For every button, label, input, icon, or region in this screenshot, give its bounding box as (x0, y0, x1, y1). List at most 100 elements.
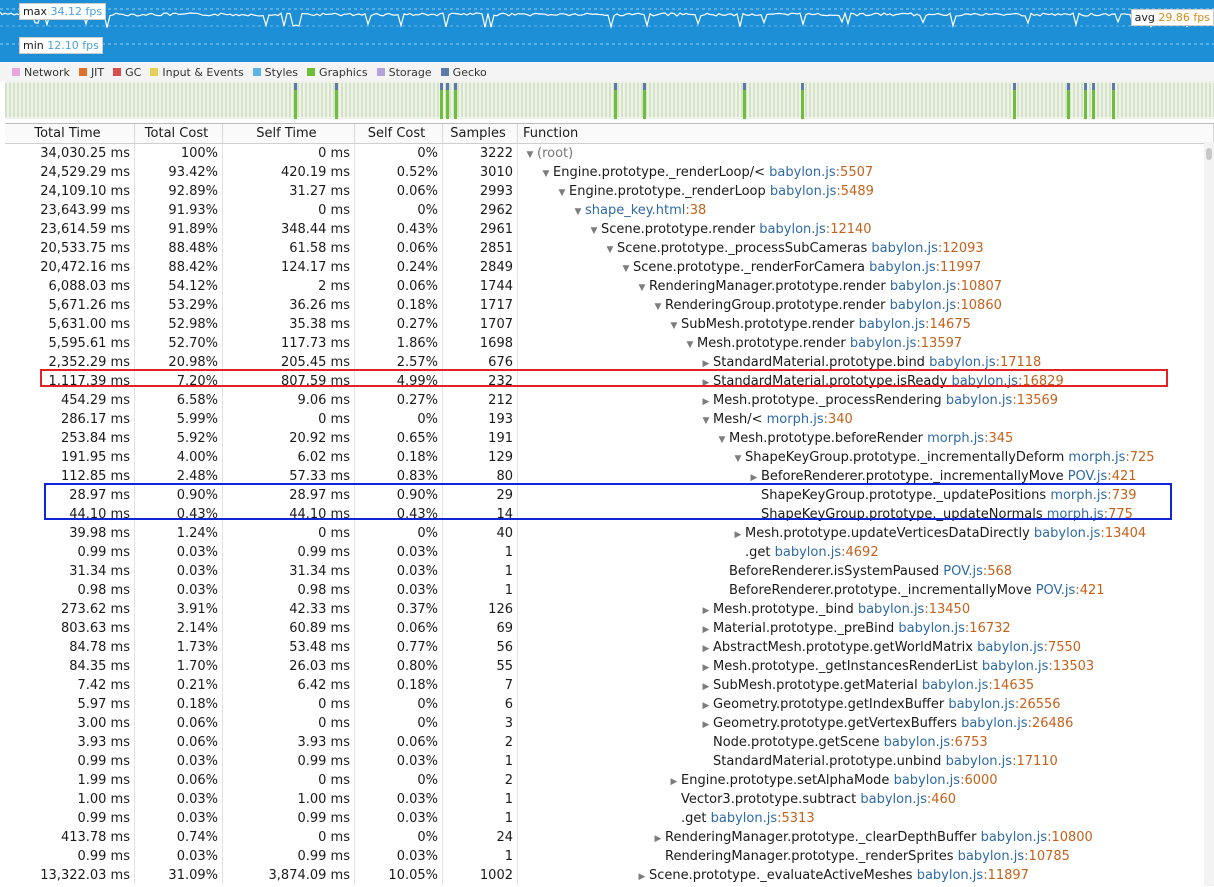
source-file-link[interactable]: babylon.js (869, 260, 936, 275)
source-line-number[interactable]: 26556 (1019, 697, 1060, 712)
source-line-number[interactable]: 12140 (830, 222, 871, 237)
table-row[interactable]: 23,643.99 ms 91.93% 0 ms 0% 2962 ▼ shape_key.h… (5, 201, 1214, 220)
source-line-number[interactable]: 460 (931, 792, 956, 807)
table-row[interactable]: 39.98 ms 1.24% 0 ms 0% 40 ▶ Mesh.prototype.upd… (5, 524, 1214, 543)
table-row[interactable]: 7.42 ms 0.21% 6.42 ms 0.18% 7 ▶ SubMesh.protot… (5, 676, 1214, 695)
marker-overview[interactable] (5, 81, 1214, 119)
source-line-number[interactable]: 13450 (929, 602, 970, 617)
source-file-link[interactable]: babylon.js (922, 678, 989, 693)
col-self-time[interactable]: Self Time (223, 124, 355, 143)
table-row[interactable]: 191.95 ms 4.00% 6.02 ms 0.18% 129 ▼ ShapeKeyGr… (5, 448, 1214, 467)
table-row[interactable]: 5,671.26 ms 53.29% 36.26 ms 0.18% 1717 ▼ Rende… (5, 296, 1214, 315)
source-file-link[interactable]: babylon.js (981, 830, 1048, 845)
table-row[interactable]: 20,472.16 ms 88.42% 124.17 ms 0.24% 2849 ▼ Sce… (5, 258, 1214, 277)
table-row[interactable]: 3.93 ms 0.06% 3.93 ms 0.06% 2 Node.prototype.… (5, 733, 1214, 752)
source-file-link[interactable]: babylon.js (890, 279, 957, 294)
table-row[interactable]: 5.97 ms 0.18% 0 ms 0% 6 ▶ Geometry.prototype.g… (5, 695, 1214, 714)
source-line-number[interactable]: 10800 (1051, 830, 1092, 845)
source-file-link[interactable]: babylon.js (884, 735, 951, 750)
source-file-link[interactable]: babylon.js (711, 811, 778, 826)
table-row[interactable]: 0.99 ms 0.03% 0.99 ms 0.03% 1 .get babylon.js… (5, 809, 1214, 828)
scrollbar[interactable] (1204, 142, 1214, 886)
source-line-number[interactable]: 10807 (961, 279, 1002, 294)
source-file-link[interactable]: babylon.js (898, 621, 965, 636)
source-file-link[interactable]: babylon.js (948, 697, 1015, 712)
table-row[interactable]: 6,088.03 ms 54.12% 2 ms 0.06% 1744 ▼ Rendering… (5, 277, 1214, 296)
table-row[interactable]: 1.00 ms 0.03% 1.00 ms 0.03% 1 Vector3.prototy… (5, 790, 1214, 809)
source-file-link[interactable]: babylon.js (860, 792, 927, 807)
table-row[interactable]: 28.97 ms 0.90% 28.97 ms 0.90% 29 ShapeKeyGrou… (5, 486, 1214, 505)
source-file-link[interactable]: morph.js (1047, 507, 1104, 522)
table-row[interactable]: 112.85 ms 2.48% 57.33 ms 0.83% 80 ▶ BeforeRend… (5, 467, 1214, 486)
source-file-link[interactable]: morph.js (767, 412, 824, 427)
source-file-link[interactable]: morph.js (1050, 488, 1107, 503)
source-file-link[interactable]: babylon.js (871, 241, 938, 256)
source-line-number[interactable]: 17118 (1000, 355, 1041, 370)
source-line-number[interactable]: 340 (828, 412, 853, 427)
legend-styles[interactable]: Styles (252, 66, 298, 79)
source-line-number[interactable]: 26486 (1032, 716, 1073, 731)
source-line-number[interactable]: 11997 (940, 260, 981, 275)
col-total-cost[interactable]: Total Cost (135, 124, 223, 143)
table-row[interactable]: 24,529.29 ms 93.42% 420.19 ms 0.52% 3010 ▼ Eng… (5, 163, 1214, 182)
col-total-time[interactable]: Total Time (5, 124, 135, 143)
table-row[interactable]: 5,631.00 ms 52.98% 35.38 ms 0.27% 1707 ▼ SubMe… (5, 315, 1214, 334)
source-file-link[interactable]: babylon.js (961, 716, 1028, 731)
table-row[interactable]: 84.78 ms 1.73% 53.48 ms 0.77% 56 ▶ AbstractMes… (5, 638, 1214, 657)
source-file-link[interactable]: babylon.js (977, 640, 1044, 655)
source-line-number[interactable]: 421 (1112, 469, 1137, 484)
legend-graphics[interactable]: Graphics (307, 66, 368, 79)
table-row[interactable]: 0.99 ms 0.03% 0.99 ms 0.03% 1 .get babylon.js… (5, 543, 1214, 562)
source-line-number[interactable]: 16829 (1022, 374, 1063, 389)
source-line-number[interactable]: 6000 (964, 773, 997, 788)
source-file-link[interactable]: babylon.js (894, 773, 961, 788)
source-file-link[interactable]: babylon.js (759, 222, 826, 237)
source-file-link[interactable]: babylon.js (890, 298, 957, 313)
table-row[interactable]: 0.98 ms 0.03% 0.98 ms 0.03% 1 BeforeRenderer.… (5, 581, 1214, 600)
source-line-number[interactable]: 13569 (1017, 393, 1058, 408)
source-file-link[interactable]: babylon.js (917, 868, 984, 883)
source-file-link[interactable]: babylon.js (982, 659, 1049, 674)
source-file-link[interactable]: babylon.js (858, 602, 925, 617)
source-file-link[interactable]: morph.js (1068, 450, 1125, 465)
source-file-link[interactable]: babylon.js (958, 849, 1025, 864)
source-file-link[interactable]: POV.js (943, 564, 983, 579)
source-line-number[interactable]: 7550 (1048, 640, 1081, 655)
source-line-number[interactable]: 12093 (942, 241, 983, 256)
source-line-number[interactable]: 17110 (1016, 754, 1057, 769)
table-row[interactable]: 454.29 ms 6.58% 9.06 ms 0.27% 212 ▶ Mesh.proto… (5, 391, 1214, 410)
table-row[interactable]: 23,614.59 ms 91.89% 348.44 ms 0.43% 2961 ▼ Sce… (5, 220, 1214, 239)
table-row[interactable]: 5,595.61 ms 52.70% 117.73 ms 1.86% 1698 ▼ Mesh… (5, 334, 1214, 353)
table-row[interactable]: 31.34 ms 0.03% 31.34 ms 0.03% 1 BeforeRendere… (5, 562, 1214, 581)
source-line-number[interactable]: 16732 (969, 621, 1010, 636)
source-file-link[interactable]: babylon.js (775, 545, 842, 560)
table-row[interactable]: 34,030.25 ms 100% 0 ms 0% 3222 ▼ (root) (5, 144, 1214, 163)
source-file-link[interactable]: babylon.js (1034, 526, 1101, 541)
source-line-number[interactable]: 6753 (955, 735, 988, 750)
source-line-number[interactable]: 5313 (782, 811, 815, 826)
legend-input-events[interactable]: Input & Events (150, 66, 244, 79)
source-line-number[interactable]: 5507 (840, 165, 873, 180)
col-self-cost[interactable]: Self Cost (355, 124, 443, 143)
source-line-number[interactable]: 739 (1112, 488, 1137, 503)
source-file-link[interactable]: babylon.js (769, 165, 836, 180)
source-line-number[interactable]: 14675 (930, 317, 971, 332)
col-function[interactable]: Function (518, 124, 1214, 143)
table-row[interactable]: 253.84 ms 5.92% 20.92 ms 0.65% 191 ▼ Mesh.prot… (5, 429, 1214, 448)
source-file-link[interactable]: babylon.js (946, 393, 1013, 408)
source-file-link[interactable]: POV.js (1036, 583, 1076, 598)
source-line-number[interactable]: 421 (1080, 583, 1105, 598)
source-file-link[interactable]: babylon.js (951, 374, 1018, 389)
table-row[interactable]: 20,533.75 ms 88.48% 61.58 ms 0.06% 2851 ▼ Scen… (5, 239, 1214, 258)
source-line-number[interactable]: 10785 (1029, 849, 1070, 864)
table-row[interactable]: 1.99 ms 0.06% 0 ms 0% 2 ▶ Engine.prototype.set… (5, 771, 1214, 790)
source-line-number[interactable]: 14635 (993, 678, 1034, 693)
table-row[interactable]: 273.62 ms 3.91% 42.33 ms 0.37% 126 ▶ Mesh.prot… (5, 600, 1214, 619)
table-row[interactable]: 84.35 ms 1.70% 26.03 ms 0.80% 55 ▶ Mesh.protot… (5, 657, 1214, 676)
legend-network[interactable]: Network (12, 66, 70, 79)
col-samples[interactable]: Samples (443, 124, 518, 143)
legend-gecko[interactable]: Gecko (440, 66, 487, 79)
table-row[interactable]: 24,109.10 ms 92.89% 31.27 ms 0.06% 2993 ▼ Engi… (5, 182, 1214, 201)
table-row[interactable]: 0.99 ms 0.03% 0.99 ms 0.03% 1 StandardMateria… (5, 752, 1214, 771)
table-row[interactable]: 0.99 ms 0.03% 0.99 ms 0.03% 1 RenderingManage… (5, 847, 1214, 866)
